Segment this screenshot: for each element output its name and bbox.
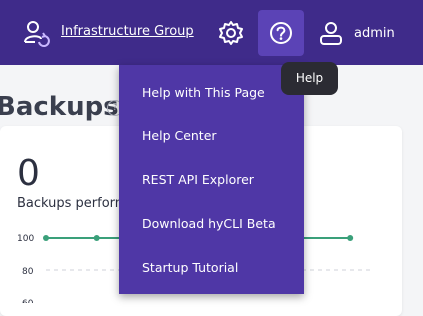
menu-item-help-with-this-page[interactable]: Help with This Page bbox=[142, 85, 265, 100]
group-switch-icon[interactable] bbox=[22, 18, 52, 48]
user-icon[interactable] bbox=[318, 20, 344, 46]
page-title: Backups bbox=[0, 92, 119, 122]
user-name[interactable]: admin bbox=[354, 26, 395, 41]
top-navigation-bar: Infrastructure Group admin bbox=[0, 0, 423, 65]
menu-item-rest-api-explorer[interactable]: REST API Explorer bbox=[142, 172, 254, 187]
help-dropdown-menu: Help with This Page Help Center REST API… bbox=[119, 65, 304, 294]
infrastructure-group-link[interactable]: Infrastructure Group bbox=[61, 24, 194, 39]
data-point bbox=[347, 235, 354, 241]
ytick-label: 60 bbox=[22, 299, 34, 303]
menu-item-download-hycli-beta[interactable]: Download hyCLI Beta bbox=[142, 216, 276, 231]
menu-item-help-center[interactable]: Help Center bbox=[142, 128, 217, 143]
help-tooltip: Help bbox=[281, 62, 338, 95]
help-button[interactable] bbox=[258, 10, 304, 56]
backups-count-label: Backups performed bbox=[17, 196, 122, 211]
data-point bbox=[43, 235, 49, 241]
backups-count: 0 bbox=[17, 153, 40, 194]
ytick-label: 100 bbox=[17, 234, 34, 244]
ytick-label: 80 bbox=[22, 267, 34, 277]
data-point bbox=[93, 235, 100, 241]
gear-icon[interactable] bbox=[218, 20, 244, 46]
menu-item-startup-tutorial[interactable]: Startup Tutorial bbox=[142, 260, 238, 275]
help-icon bbox=[270, 22, 292, 44]
